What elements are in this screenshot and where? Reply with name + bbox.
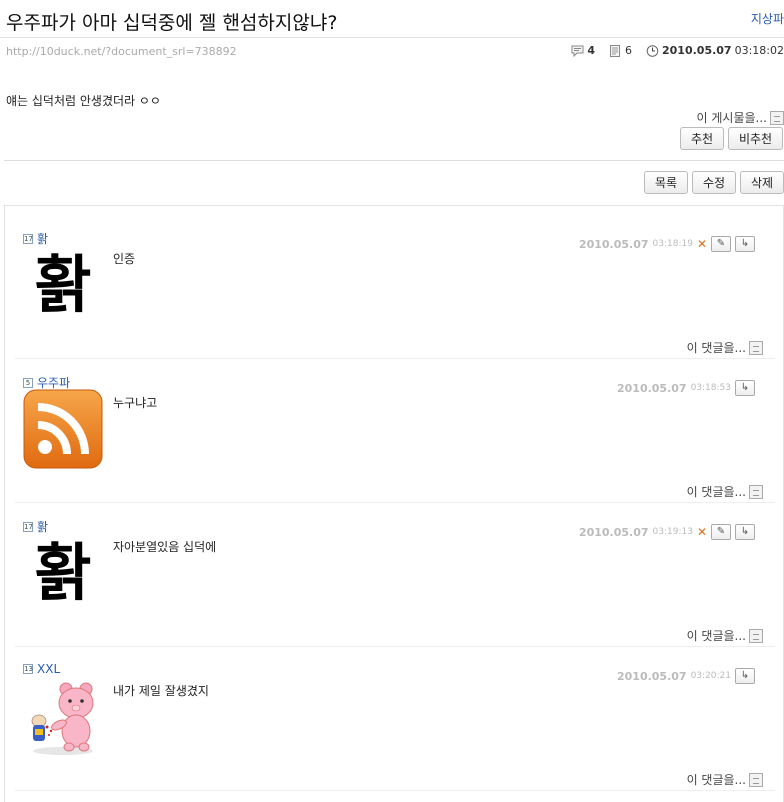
comment-item: 13 XXL 2010.05.07 03:20:21 ↳ 내가 제일 잘생겼지 … (15, 647, 775, 791)
edit-button[interactable]: 수정 (692, 171, 736, 194)
comment-text: 내가 제일 잘생겼지 (113, 684, 209, 698)
reply-comment-button[interactable]: ↳ (735, 380, 755, 396)
level-badge: 17 (23, 521, 33, 532)
comment-options-icon[interactable] (749, 628, 763, 643)
comment-time: 03:18:53 (690, 383, 731, 393)
post-options-label[interactable]: 이 게시물을... (697, 109, 767, 126)
reply-comment-button[interactable]: ↳ (735, 668, 755, 684)
view-count: 6 (625, 44, 632, 57)
comment-author[interactable]: XXL (37, 662, 60, 676)
post-header: 우주파가 아마 십덕중에 젤 핸섬하지않냐? 지상파 (0, 0, 784, 38)
rss-icon (23, 389, 103, 469)
post-body: 얘는 십덕처럼 안생겼더라 ㅇㅇ (6, 94, 161, 108)
reply-comment-button[interactable]: ↳ (735, 524, 755, 540)
comment-count: 4 (587, 44, 595, 57)
comment-options[interactable]: 이 댓글을... (687, 771, 763, 788)
comment-time: 03:18:19 (652, 239, 693, 249)
comment-options[interactable]: 이 댓글을... (687, 339, 763, 356)
post-url[interactable]: http://10duck.net/?document_srl=738892 (6, 45, 237, 58)
comment-meta: 2010.05.07 03:18:53 ↳ (617, 380, 755, 396)
edit-comment-button[interactable]: ✎ (711, 236, 731, 252)
delete-button[interactable]: 삭제 (740, 171, 784, 194)
pink-bear-icon (23, 677, 103, 757)
avatar (23, 677, 103, 757)
comment-options[interactable]: 이 댓글을... (687, 627, 763, 644)
level-badge: 13 (23, 664, 33, 674)
comment-item: 17 홝 2010.05.07 03:18:19 ✕ ✎ ↳ 홝 인증 이 댓글… (15, 215, 775, 359)
comment-options-icon[interactable] (749, 772, 763, 787)
clock-icon (646, 44, 659, 57)
content-divider (4, 160, 784, 161)
comment-meta: 2010.05.07 03:20:21 ↳ (617, 668, 755, 684)
comment-list: 17 홝 2010.05.07 03:18:19 ✕ ✎ ↳ 홝 인증 이 댓글… (4, 205, 784, 802)
delete-comment-icon[interactable]: ✕ (697, 237, 707, 251)
comment-item: 5 우주파 2010.05.07 03:18:53 ↳ 누구냐고 이 댓글을..… (15, 359, 775, 503)
reply-comment-button[interactable]: ↳ (735, 236, 755, 252)
level-badge: 5 (23, 377, 33, 388)
comment-time: 03:19:13 (652, 527, 693, 537)
comment-options-icon[interactable] (749, 484, 763, 499)
comment-text: 누구냐고 (113, 396, 158, 410)
recommend-button[interactable]: 추천 (680, 127, 724, 150)
post-title: 우주파가 아마 십덕중에 젤 핸섬하지않냐? (6, 12, 338, 34)
comment-icon (571, 45, 584, 57)
comment-date: 2010.05.07 (578, 525, 649, 539)
comment-text: 자아분열있음 십덕에 (113, 540, 217, 554)
avatar: 홝 (23, 533, 103, 613)
list-button[interactable]: 목록 (644, 171, 688, 194)
comment-author-row[interactable]: 13 XXL (23, 662, 60, 676)
comment-date: 2010.05.07 (616, 381, 687, 395)
avatar (23, 389, 103, 469)
comment-meta: 2010.05.07 03:19:13 ✕ ✎ ↳ (579, 524, 755, 540)
comment-meta: 2010.05.07 03:18:19 ✕ ✎ ↳ (579, 236, 755, 252)
post-meta: http://10duck.net/?document_srl=738892 4… (0, 44, 784, 60)
views-icon (610, 44, 620, 57)
comment-options-label[interactable]: 이 댓글을... (687, 627, 746, 644)
comment-options-label[interactable]: 이 댓글을... (687, 771, 746, 788)
level-badge: 17 (23, 233, 33, 244)
post-date: 2010.05.07 (662, 44, 732, 57)
avatar: 홝 (23, 245, 103, 325)
comment-options-label[interactable]: 이 댓글을... (687, 483, 746, 500)
not-recommend-button[interactable]: 비추천 (728, 127, 783, 150)
post-author[interactable]: 지상파 (751, 10, 784, 27)
post-options-icon[interactable] (770, 110, 784, 125)
avatar-glyph: 홝 (34, 248, 92, 321)
delete-comment-icon[interactable]: ✕ (697, 525, 707, 539)
post-time: 03:18:02 (734, 44, 784, 57)
comment-date: 2010.05.07 (578, 237, 649, 251)
comment-time: 03:20:21 (690, 671, 731, 681)
comment-options-label[interactable]: 이 댓글을... (687, 339, 746, 356)
avatar-glyph: 홝 (34, 536, 92, 609)
comment-text: 인증 (113, 252, 136, 266)
comment-item: 17 홝 2010.05.07 03:19:13 ✕ ✎ ↳ 홝 자아분열있음 … (15, 503, 775, 647)
comment-date: 2010.05.07 (616, 669, 687, 683)
comment-options-icon[interactable] (749, 340, 763, 355)
comment-options[interactable]: 이 댓글을... (687, 483, 763, 500)
post-options[interactable]: 이 게시물을... (697, 109, 784, 126)
edit-comment-button[interactable]: ✎ (711, 524, 731, 540)
post-stats: 4 6 2010.05.07 03:18:02 (571, 44, 784, 57)
